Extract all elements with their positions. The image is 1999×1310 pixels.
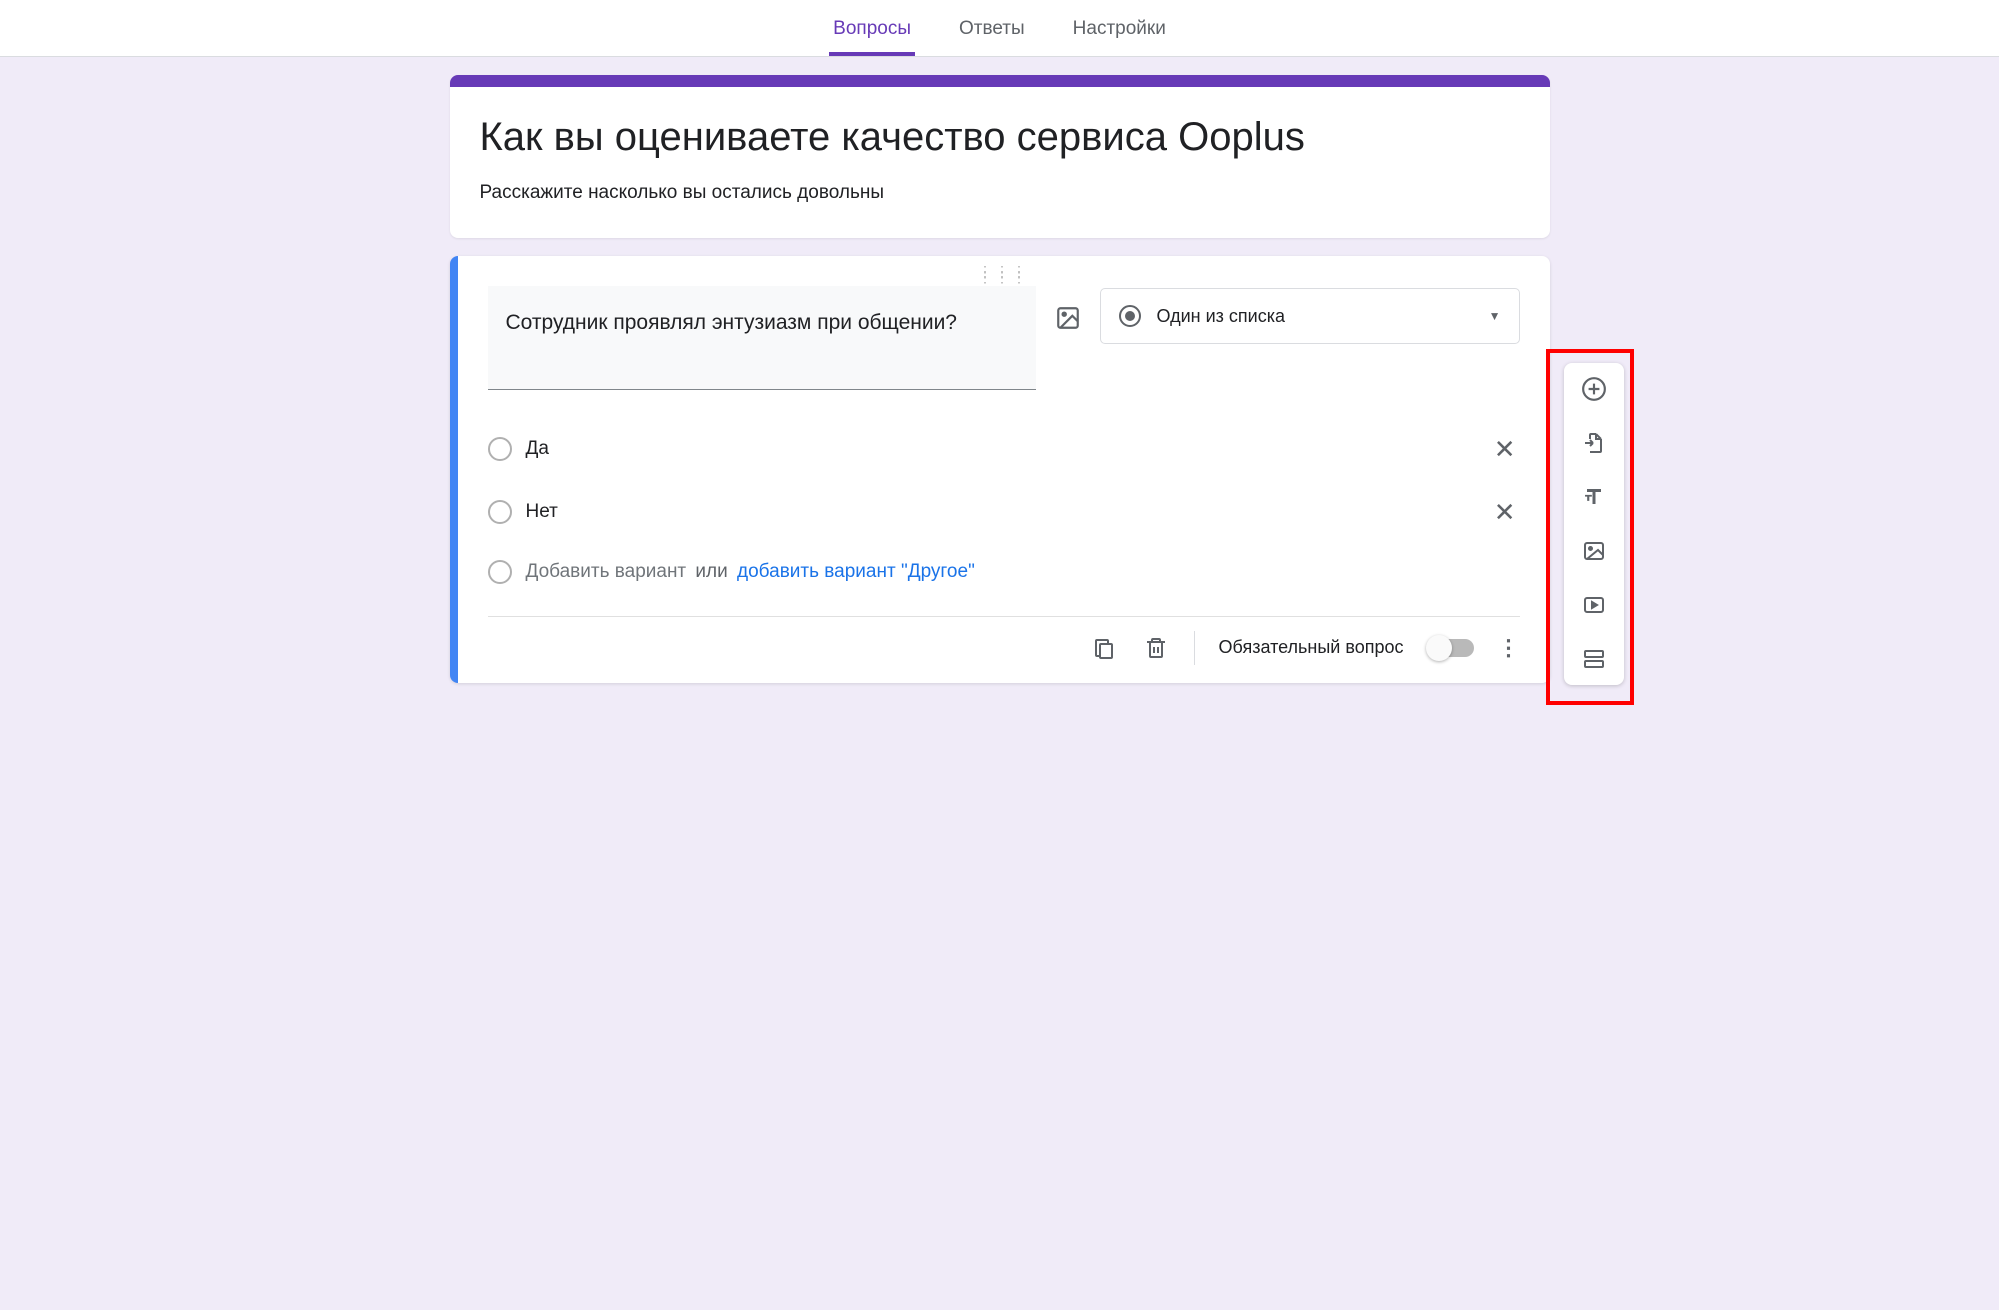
radio-circle-icon [488,560,512,584]
option-text[interactable]: Да [526,438,1476,460]
top-tabs: Вопросы Ответы Настройки [0,0,1999,57]
add-section-icon[interactable] [1580,645,1608,673]
add-title-icon[interactable] [1580,483,1608,511]
remove-option-icon[interactable]: ✕ [1490,497,1520,528]
add-question-icon[interactable] [1580,375,1608,403]
chevron-down-icon: ▼ [1489,309,1501,323]
radio-circle-icon [488,437,512,461]
duplicate-icon[interactable] [1090,634,1118,662]
option-row: Да ✕ [488,418,1520,481]
form-description[interactable]: Расскажите насколько вы остались довольн… [480,182,1520,204]
remove-option-icon[interactable]: ✕ [1490,434,1520,465]
question-type-label: Один из списка [1157,306,1473,327]
option-text[interactable]: Нет [526,501,1476,523]
question-header-row: Один из списка ▼ [488,286,1520,390]
add-other-option-link[interactable]: добавить вариант "Другое" [737,561,975,582]
add-option-row: Добавить вариант или добавить вариант "Д… [488,544,1520,600]
tab-questions[interactable]: Вопросы [829,8,915,56]
question-text-input[interactable] [488,286,1036,390]
option-row: Нет ✕ [488,481,1520,544]
footer-divider [1194,631,1195,665]
add-option-separator: или [695,561,727,582]
add-video-icon[interactable] [1580,591,1608,619]
add-option-button[interactable]: Добавить вариант [526,561,687,582]
radio-icon [1119,305,1141,327]
question-type-dropdown[interactable]: Один из списка ▼ [1100,288,1520,344]
tab-answers[interactable]: Ответы [955,8,1029,56]
form-container: Как вы оцениваете качество сервиса Ooplu… [450,57,1550,723]
add-image-icon[interactable] [1054,304,1082,332]
question-card: ⋮⋮⋮⋮⋮⋮ Один из списка ▼ Да ✕ Нет ✕ [450,256,1550,683]
import-questions-icon[interactable] [1580,429,1608,457]
required-toggle[interactable] [1428,639,1474,657]
tab-settings[interactable]: Настройки [1069,8,1170,56]
radio-circle-icon [488,500,512,524]
side-toolbar [1564,363,1624,685]
add-image-icon[interactable] [1580,537,1608,565]
form-header-card: Как вы оцениваете качество сервиса Ooplu… [450,75,1550,238]
delete-icon[interactable] [1142,634,1170,662]
required-label: Обязательный вопрос [1219,637,1404,658]
more-options-icon[interactable]: ⋮ [1498,635,1520,661]
drag-handle-icon[interactable]: ⋮⋮⋮⋮⋮⋮ [488,266,1520,286]
question-footer: Обязательный вопрос ⋮ [488,616,1520,675]
annotation-highlight [1546,349,1634,705]
form-title[interactable]: Как вы оцениваете качество сервиса Ooplu… [480,115,1520,160]
